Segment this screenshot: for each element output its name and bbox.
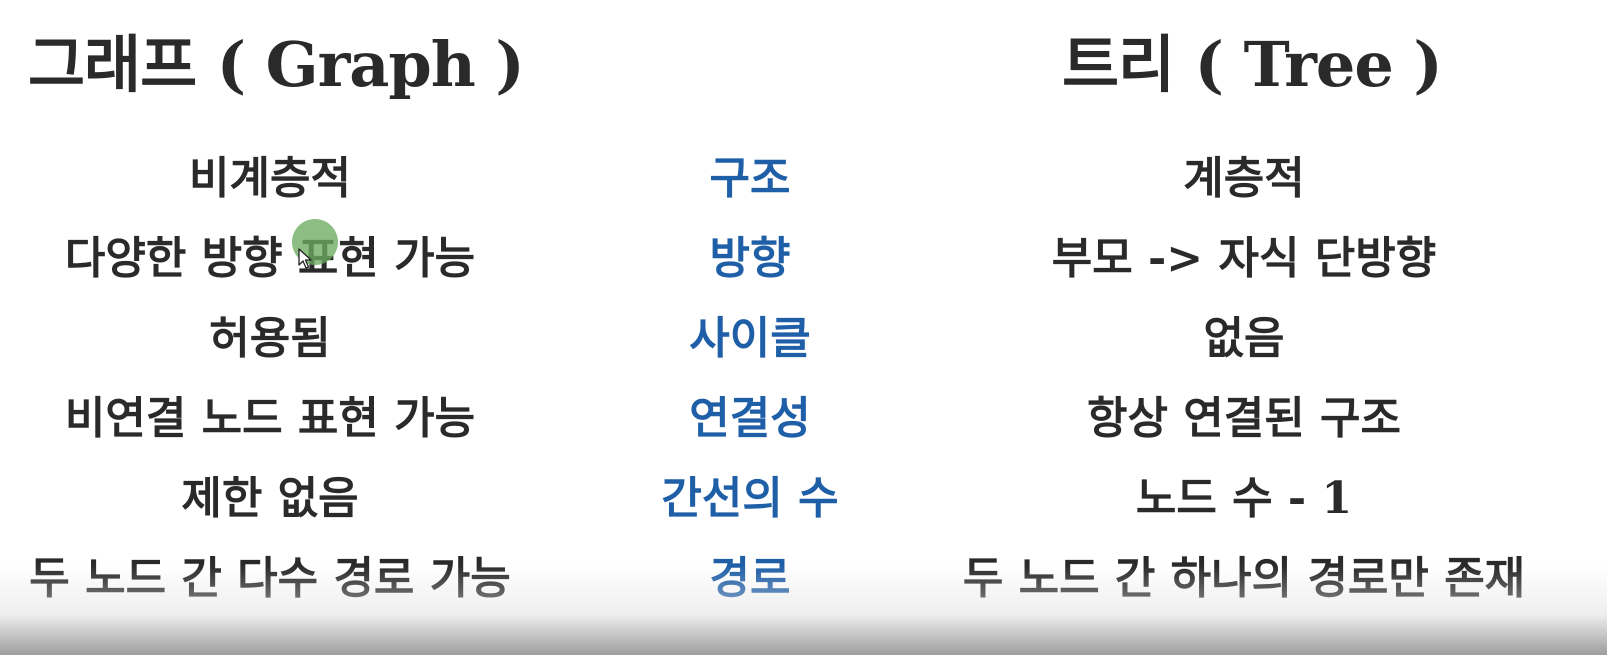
criterion-cell: 사이클 — [689, 313, 811, 364]
tree-cell: 항상 연결된 구조 — [1087, 393, 1401, 444]
criterion-cell: 구조 — [709, 153, 791, 204]
comparison-row-connectivity: 비연결 노드 표현 가능 연결성 항상 연결된 구조 — [0, 379, 1607, 459]
tree-heading: 트리 ( Tree ) — [1062, 28, 1443, 101]
tree-cell: 부모 -> 자식 단방향 — [1051, 233, 1437, 284]
graph-cell: 두 노드 간 다수 경로 가능 — [29, 553, 511, 604]
comparison-row-direction: 다양한 방향 표현 가능 방향 부모 -> 자식 단방향 — [0, 219, 1607, 299]
graph-heading: 그래프 ( Graph ) — [28, 28, 525, 101]
comparison-table: 비계층적 구조 계층적 다양한 방향 표현 가능 방향 부모 -> 자식 단방향… — [0, 139, 1607, 619]
comparison-slide: 그래프 ( Graph ) 트리 ( Tree ) 비계층적 구조 계층적 다양… — [0, 0, 1607, 655]
tree-cell: 두 노드 간 하나의 경로만 존재 — [962, 553, 1526, 604]
tree-cell: 계층적 — [1183, 153, 1305, 204]
criterion-cell: 경로 — [709, 553, 791, 604]
criterion-cell: 연결성 — [689, 393, 811, 444]
criterion-cell: 방향 — [709, 233, 791, 284]
comparison-row-path: 두 노드 간 다수 경로 가능 경로 두 노드 간 하나의 경로만 존재 — [0, 539, 1607, 619]
graph-cell: 비계층적 — [189, 153, 351, 204]
tree-cell: 노드 수 - 1 — [1135, 473, 1353, 524]
tree-cell: 없음 — [1203, 313, 1285, 364]
graph-cell: 비연결 노드 표현 가능 — [64, 393, 476, 444]
graph-cell: 제한 없음 — [181, 473, 359, 524]
graph-cell: 다양한 방향 표현 가능 — [64, 233, 476, 284]
comparison-row-cycle: 허용됨 사이클 없음 — [0, 299, 1607, 379]
comparison-row-edge-count: 제한 없음 간선의 수 노드 수 - 1 — [0, 459, 1607, 539]
criterion-cell: 간선의 수 — [661, 473, 839, 524]
graph-cell: 허용됨 — [209, 313, 331, 364]
comparison-row-structure: 비계층적 구조 계층적 — [0, 139, 1607, 219]
